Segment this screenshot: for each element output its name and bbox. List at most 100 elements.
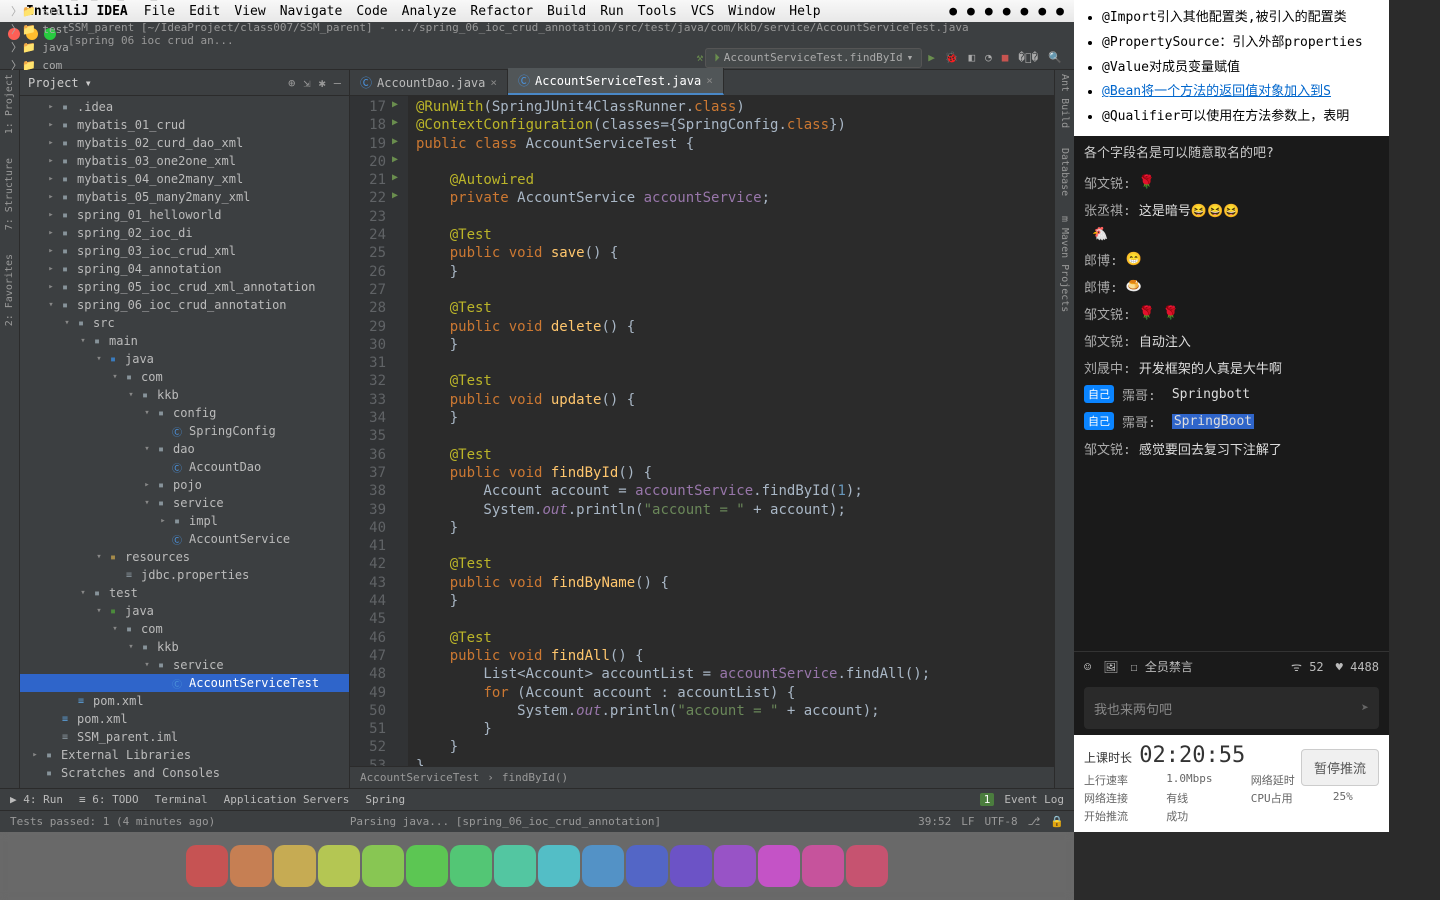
- bottom-tab[interactable]: Application Servers: [224, 793, 350, 806]
- project-tool-button[interactable]: 1: Project: [4, 74, 15, 134]
- tree-node[interactable]: ▸ ▪ mybatis_02_curd_dao_xml: [20, 134, 349, 152]
- tree-node[interactable]: ▸ ▪ mybatis_04_one2many_xml: [20, 170, 349, 188]
- tree-node[interactable]: ▸ ▪ spring_05_ioc_crud_xml_annotation: [20, 278, 349, 296]
- close-tab-icon[interactable]: ×: [490, 76, 497, 89]
- bottom-tab[interactable]: ≡ 6: TODO: [79, 793, 139, 806]
- editor-breadcrumb[interactable]: AccountServiceTest›findById(): [350, 766, 1054, 788]
- tree-node[interactable]: ▾ ▪ test: [20, 584, 349, 602]
- dock-app[interactable]: [450, 845, 492, 887]
- input-icon[interactable]: ●: [949, 4, 957, 19]
- tree-node[interactable]: ▾ ▪ com: [20, 368, 349, 386]
- chat-input[interactable]: 我也来两句吧 ➤: [1084, 687, 1379, 729]
- tree-node[interactable]: Ⓒ AccountDao: [20, 458, 349, 476]
- event-log-count[interactable]: 1: [980, 793, 995, 806]
- editor-tab[interactable]: ⒸAccountServiceTest.java×: [508, 68, 724, 95]
- send-icon[interactable]: ➤: [1361, 701, 1369, 716]
- tree-node[interactable]: ▸ ▪ spring_03_ioc_crud_xml: [20, 242, 349, 260]
- skype-icon[interactable]: ●: [1003, 4, 1011, 19]
- tree-node[interactable]: ▸ ▪ mybatis_03_one2one_xml: [20, 152, 349, 170]
- bottom-tab[interactable]: ▶ 4: Run: [10, 793, 63, 806]
- tree-node[interactable]: ▸ ▪ spring_02_ioc_di: [20, 224, 349, 242]
- locate-icon[interactable]: ⊕: [288, 76, 295, 90]
- dock-app[interactable]: [626, 845, 668, 887]
- vcs-icon[interactable]: �ி�: [1014, 49, 1042, 66]
- tree-node[interactable]: ≡ jdbc.properties: [20, 566, 349, 584]
- tree-node[interactable]: ▾ ▪ kkb: [20, 638, 349, 656]
- tree-node[interactable]: ▾ ▪ java: [20, 350, 349, 368]
- dock-app[interactable]: [670, 845, 712, 887]
- menu-view[interactable]: View: [234, 4, 265, 19]
- tree-node[interactable]: ▾ ▪ src: [20, 314, 349, 332]
- tree-node[interactable]: ▾ ▪ service: [20, 494, 349, 512]
- tree-node[interactable]: ▾ ▪ kkb: [20, 386, 349, 404]
- pause-stream-button[interactable]: 暂停推流: [1301, 749, 1379, 786]
- dock-app[interactable]: [274, 845, 316, 887]
- search-icon[interactable]: 🔍: [1044, 49, 1066, 66]
- dock-app[interactable]: [318, 845, 360, 887]
- bottom-tab[interactable]: Terminal: [155, 793, 208, 806]
- menu-vcs[interactable]: VCS: [691, 4, 714, 19]
- close-tab-icon[interactable]: ×: [706, 74, 713, 87]
- run-button[interactable]: ▶: [924, 49, 939, 66]
- tree-node[interactable]: ▾ ▪ com: [20, 620, 349, 638]
- emoji-icon[interactable]: ☺: [1084, 660, 1091, 674]
- gutter-marks[interactable]: ▶ ▶ ▶ ▶ ▶ ▶: [392, 96, 408, 766]
- tree-node[interactable]: ▾ ▪ spring_06_ioc_crud_annotation: [20, 296, 349, 314]
- bottom-tab[interactable]: Spring: [365, 793, 405, 806]
- collapse-icon[interactable]: ⇲: [303, 76, 310, 90]
- dock-app[interactable]: [406, 845, 448, 887]
- background-task[interactable]: Parsing java... [spring_06_ioc_crud_anno…: [350, 815, 661, 828]
- menu-code[interactable]: Code: [356, 4, 387, 19]
- tree-node[interactable]: ▾ ▪ dao: [20, 440, 349, 458]
- tree-node[interactable]: ▸ ▪ mybatis_05_many2many_xml: [20, 188, 349, 206]
- run-config-selector[interactable]: ⏵ AccountServiceTest.findById ▾: [705, 48, 922, 68]
- battery-icon[interactable]: ●: [1038, 4, 1046, 19]
- tree-node[interactable]: ▸ ▪ impl: [20, 512, 349, 530]
- source-code[interactable]: @RunWith(SpringJUnit4ClassRunner.class) …: [408, 96, 1054, 766]
- maven-tool-button[interactable]: m Maven Projects: [1059, 216, 1070, 312]
- hide-icon[interactable]: —: [334, 76, 341, 90]
- tree-node[interactable]: ▸ ▪ pojo: [20, 476, 349, 494]
- bluetooth-icon[interactable]: ●: [985, 4, 993, 19]
- tree-node[interactable]: ≡ pom.xml: [20, 710, 349, 728]
- coverage-button[interactable]: ◧: [965, 49, 980, 66]
- dock-app[interactable]: [230, 845, 272, 887]
- tree-node[interactable]: ▸ ▪ External Libraries: [20, 746, 349, 764]
- git-branch-icon[interactable]: ⎇: [1028, 815, 1041, 828]
- tree-node[interactable]: ≡ SSM_parent.iml: [20, 728, 349, 746]
- tree-node[interactable]: ▸ ▪ spring_04_annotation: [20, 260, 349, 278]
- menu-navigate[interactable]: Navigate: [280, 4, 343, 19]
- control-icon[interactable]: ●: [1056, 4, 1064, 19]
- gear-icon[interactable]: ✱: [319, 76, 326, 90]
- tree-node[interactable]: Ⓒ AccountServiceTest: [20, 674, 349, 692]
- breadcrumb-item[interactable]: 〉📁 src: [8, 2, 226, 20]
- image-icon[interactable]: 🖼: [1103, 660, 1118, 674]
- tree-node[interactable]: ▸ ▪ .idea: [20, 98, 349, 116]
- dock-app[interactable]: [582, 845, 624, 887]
- wifi-icon[interactable]: ●: [1021, 4, 1029, 19]
- user-icon[interactable]: ●: [967, 4, 975, 19]
- structure-tool-button[interactable]: 7: Structure: [4, 158, 15, 230]
- menu-help[interactable]: Help: [789, 4, 820, 19]
- dock-app[interactable]: [846, 845, 888, 887]
- tree-node[interactable]: ▸ ▪ mybatis_01_crud: [20, 116, 349, 134]
- menu-refactor[interactable]: Refactor: [470, 4, 533, 19]
- caret-position[interactable]: 39:52: [918, 815, 951, 828]
- tree-node[interactable]: ▸ ▪ spring_01_helloworld: [20, 206, 349, 224]
- event-log-button[interactable]: Event Log: [1004, 793, 1064, 806]
- tree-node[interactable]: ▾ ▪ service: [20, 656, 349, 674]
- dock-app[interactable]: [714, 845, 756, 887]
- tree-node[interactable]: ▾ ▪ main: [20, 332, 349, 350]
- dock-app[interactable]: [758, 845, 800, 887]
- breadcrumb-item[interactable]: 〉📁 java: [8, 38, 226, 56]
- macos-dock[interactable]: [0, 832, 1074, 900]
- tree-node[interactable]: Ⓒ AccountService: [20, 530, 349, 548]
- tree-node[interactable]: ≡ pom.xml: [20, 692, 349, 710]
- line-separator[interactable]: LF: [961, 815, 974, 828]
- file-encoding[interactable]: UTF-8: [984, 815, 1017, 828]
- lock-icon[interactable]: 🔒: [1050, 815, 1064, 828]
- project-view-label[interactable]: Project: [28, 76, 79, 90]
- menu-run[interactable]: Run: [600, 4, 623, 19]
- tree-node[interactable]: Ⓒ SpringConfig: [20, 422, 349, 440]
- profile-button[interactable]: ◔: [981, 49, 996, 66]
